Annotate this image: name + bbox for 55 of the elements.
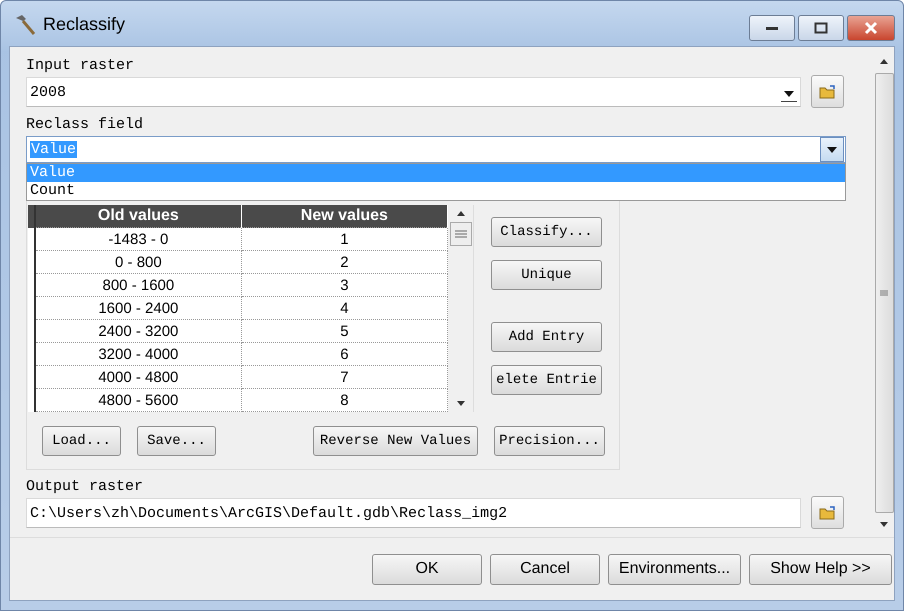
browse-button[interactable] [811,496,844,529]
browse-button[interactable] [811,75,844,108]
folder-icon [818,84,836,100]
button[interactable]: OK [372,554,482,584]
table-cell: 2400 - 3200 [35,320,242,343]
minimize-button[interactable] [749,15,795,41]
scroll-up-icon[interactable] [456,209,466,217]
table-cell: 5 [241,320,448,343]
table-cell: 4 [241,296,448,320]
table-cell: 4800 - 5600 [35,388,242,412]
table-cell: -1483 - 0 [35,228,242,251]
scroll-up-icon[interactable] [879,57,889,65]
scrollbar-thumb[interactable] [450,222,472,246]
table-cell: 7 [241,366,448,388]
table-cell: 1600 - 2400 [35,296,242,320]
button[interactable]: Show Help >> [749,554,892,584]
close-icon [863,21,879,35]
maximize-icon [814,22,828,34]
field-label: Input raster [26,57,134,74]
table-cell: 800 - 1600 [35,274,242,297]
button[interactable]: Add Entry [491,322,602,352]
button[interactable]: Environments... [608,554,741,584]
button[interactable]: Classify... [491,217,602,247]
table-cell: 8 [241,388,448,412]
field-label: Reclass field [26,116,144,133]
table-cell: 2 [241,250,448,274]
column-header: Old values [35,205,242,228]
output-field[interactable]: C:\Users\zh\Documents\ArcGIS\Default.gdb\Reclass_img2 [26,498,801,528]
grip-icon [880,289,888,297]
field-label: Output raster [26,478,144,495]
table-cell: 3200 - 4000 [35,342,242,366]
button[interactable]: Unique [491,260,602,290]
dropdown-arrow-icon[interactable] [781,90,797,102]
table-cell: 1 [241,228,448,251]
table-cell: 6 [241,342,448,366]
scroll-down-icon[interactable] [879,521,889,529]
table-cell: 3 [241,274,448,297]
scroll-down-icon[interactable] [456,400,466,408]
column-header: New values [241,205,448,228]
button[interactable]: Save... [137,426,216,456]
button[interactable]: elete Entrie [491,365,602,395]
button[interactable]: Precision... [494,426,605,456]
dropdown-option[interactable]: Count [27,182,845,200]
close-button[interactable] [847,15,895,41]
minimize-icon [765,25,779,31]
table-cell: 4000 - 4800 [35,366,242,388]
table-cell: 0 - 800 [35,250,242,274]
button[interactable]: Reverse New Values [313,426,478,456]
folder-icon [818,504,836,520]
window-title: Reclassify [43,14,126,35]
grip-icon [454,228,466,238]
button[interactable]: Load... [42,426,121,456]
maximize-button[interactable] [798,15,844,41]
button[interactable]: Cancel [490,554,600,584]
input-field[interactable]: 2008 [26,77,801,107]
